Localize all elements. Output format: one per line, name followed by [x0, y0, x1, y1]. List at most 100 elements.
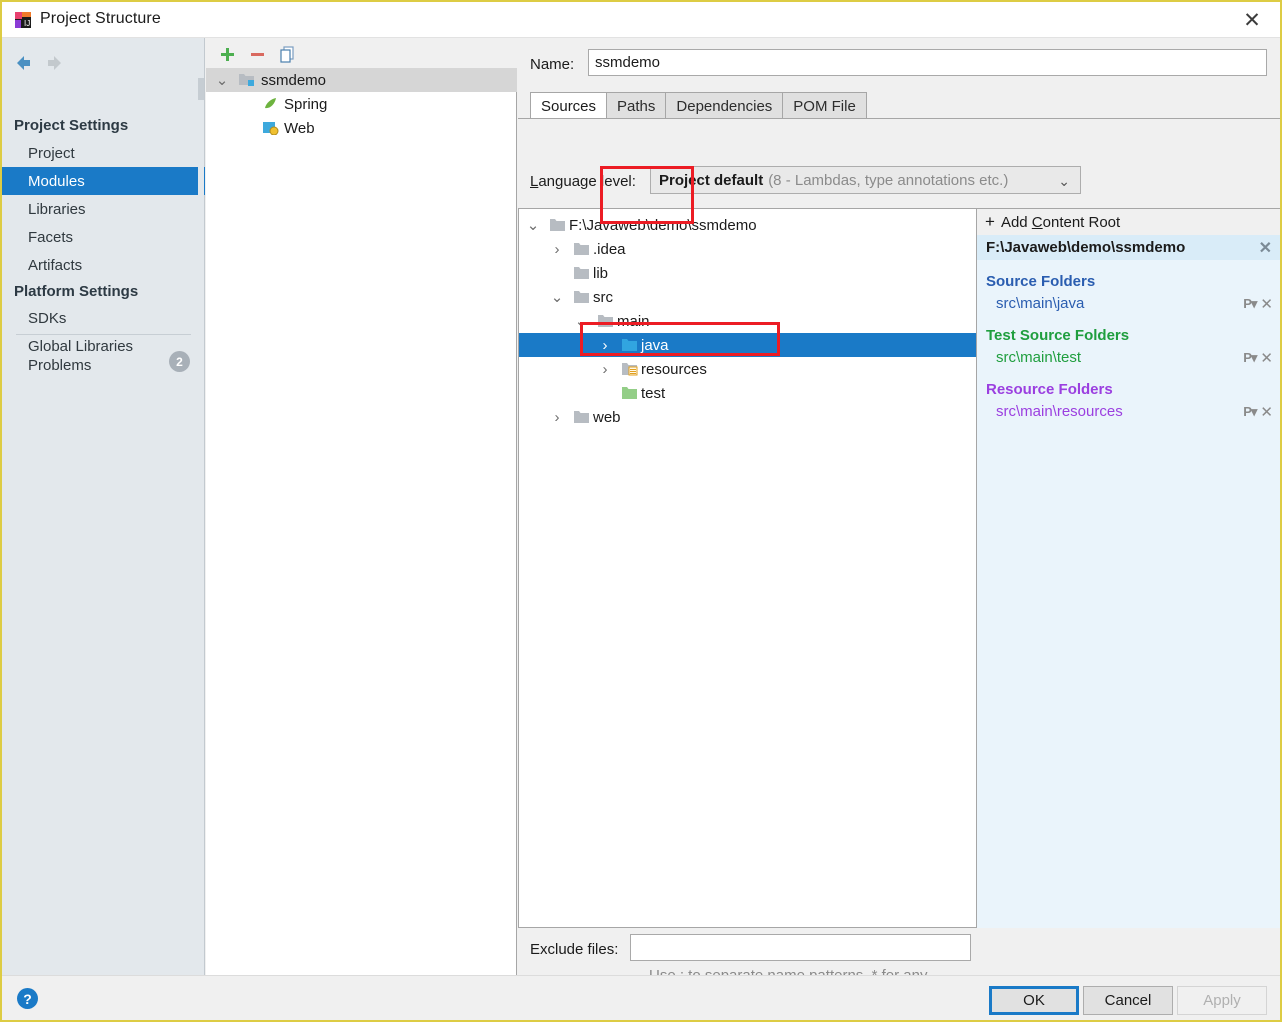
tab-pom-file[interactable]: POM File — [782, 92, 867, 119]
close-icon[interactable]: ✕ — [1232, 6, 1272, 34]
tree-row-idea[interactable]: › .idea — [519, 237, 976, 261]
back-arrow-icon[interactable] — [10, 50, 36, 76]
sidebar-item-facets[interactable]: Facets — [2, 223, 205, 251]
chevron-down-icon[interactable]: ⌄ — [550, 289, 564, 306]
settings-sidebar: Project Settings Platform Settings Proje… — [2, 38, 205, 975]
package-prefix-icon[interactable]: P▾ — [1243, 404, 1257, 420]
tree-row-web[interactable]: › web — [519, 405, 976, 429]
tree-row-test[interactable]: test — [519, 381, 976, 405]
module-tree-label: Web — [284, 119, 315, 137]
tree-row-label: test — [641, 384, 666, 402]
chevron-down-icon[interactable]: ⌄ — [574, 313, 588, 330]
chevron-down-icon[interactable]: ⌄ — [526, 217, 540, 234]
module-tabs: Sources Paths Dependencies POM File — [530, 90, 1268, 119]
folder-icon — [573, 290, 590, 308]
add-module-button[interactable] — [214, 42, 240, 66]
tree-row-label: lib — [593, 264, 609, 282]
content-roots-panel: + Add Content Root F:\Javaweb\demo\ssmde… — [977, 208, 1280, 928]
navigation-arrows — [10, 50, 90, 76]
remove-content-root-icon[interactable]: ✕ — [1259, 238, 1272, 258]
help-button[interactable]: ? — [17, 988, 38, 1009]
resource-folder-path[interactable]: src\main\resources — [996, 403, 1123, 420]
tree-row-label: resources — [641, 360, 707, 378]
module-tree-row-ssmdemo[interactable]: ⌄ ssmdemo — [206, 68, 517, 92]
tree-row-label: java — [641, 336, 669, 354]
tab-paths[interactable]: Paths — [606, 92, 667, 119]
add-content-root-button[interactable]: + Add Content Root — [977, 209, 1280, 235]
source-folders-title: Source Folders — [986, 273, 1096, 290]
sidebar-scrollbar[interactable] — [198, 38, 204, 975]
sidebar-item-libraries[interactable]: Libraries — [2, 195, 205, 223]
tree-row-java[interactable]: › java — [519, 333, 976, 357]
sidebar-group-platform-settings: Platform Settings — [14, 283, 139, 300]
web-facet-icon — [262, 120, 279, 139]
content-root-header[interactable]: F:\Javaweb\demo\ssmdemo ✕ — [977, 235, 1280, 260]
sidebar-group-project-settings: Project Settings — [14, 117, 129, 134]
page-title: Project Structure — [40, 10, 161, 27]
resources-folder-icon — [621, 362, 638, 380]
forward-arrow-icon[interactable] — [42, 50, 68, 76]
tree-row-label: main — [617, 312, 650, 330]
folder-icon — [573, 266, 590, 284]
exclude-files-input[interactable] — [630, 934, 971, 961]
chevron-right-icon[interactable]: › — [598, 337, 612, 354]
cancel-button[interactable]: Cancel — [1083, 986, 1173, 1015]
source-folder-tree: ⌄ F:\Javaweb\demo\ssmdemo › .idea lib ⌄ … — [518, 208, 977, 928]
ok-button[interactable]: OK — [989, 986, 1079, 1015]
package-prefix-icon[interactable]: P▾ — [1243, 350, 1257, 366]
tree-row-label: F:\Javaweb\demo\ssmdemo — [569, 216, 757, 234]
tree-row-label: .idea — [593, 240, 626, 258]
package-prefix-icon[interactable]: P▾ — [1243, 296, 1257, 312]
spring-leaf-icon — [262, 96, 279, 115]
sidebar-scrollbar-thumb[interactable] — [198, 78, 204, 100]
name-label: Name: — [530, 56, 575, 73]
name-input[interactable] — [588, 49, 1267, 76]
problems-count-badge: 2 — [169, 351, 190, 372]
content-root-path: F:\Javaweb\demo\ssmdemo — [986, 239, 1186, 256]
copy-module-button[interactable] — [274, 42, 300, 66]
modules-panel: ⌄ ssmdemo Spring Web — [206, 38, 517, 975]
exclude-files-label: Exclude files: — [530, 941, 619, 958]
source-folder-path[interactable]: src\main\java — [996, 295, 1084, 312]
language-level-value: Project default — [659, 171, 764, 189]
tree-row-src[interactable]: ⌄ src — [519, 285, 976, 309]
tree-row-main[interactable]: ⌄ main — [519, 309, 976, 333]
apply-button[interactable]: Apply — [1177, 986, 1267, 1015]
tree-row-label: src — [593, 288, 613, 306]
module-tree-row-web[interactable]: Web — [206, 116, 517, 140]
sidebar-item-sdks[interactable]: SDKs — [2, 304, 205, 332]
tab-underline — [518, 118, 1280, 119]
svg-text:IJ: IJ — [24, 19, 30, 28]
tab-sources[interactable]: Sources — [530, 92, 608, 119]
language-level-select[interactable]: Project default (8 - Lambdas, type annot… — [650, 166, 1081, 194]
source-folder-actions: P▾ ✕ — [1243, 295, 1273, 313]
chevron-down-icon[interactable]: ⌄ — [1058, 173, 1070, 190]
remove-resource-folder-icon[interactable]: ✕ — [1260, 403, 1273, 421]
chevron-right-icon[interactable]: › — [550, 241, 564, 258]
title-bar: IJ Project Structure ✕ — [2, 2, 1280, 38]
test-source-folder-path[interactable]: src\main\test — [996, 349, 1081, 366]
resource-folder-actions: P▾ ✕ — [1243, 403, 1273, 421]
sidebar-item-modules[interactable]: Modules — [2, 167, 205, 195]
chevron-right-icon[interactable]: › — [598, 361, 612, 378]
chevron-down-icon[interactable]: ⌄ — [214, 72, 230, 89]
intellij-idea-icon: IJ — [14, 11, 32, 29]
chevron-right-icon[interactable]: › — [550, 409, 564, 426]
sources-folder-icon — [621, 338, 638, 356]
remove-test-source-folder-icon[interactable]: ✕ — [1260, 349, 1273, 367]
module-tree-row-spring[interactable]: Spring — [206, 92, 517, 116]
modules-toolbar — [206, 38, 517, 68]
tree-row-resources[interactable]: › resources — [519, 357, 976, 381]
module-detail-panel: Name: Sources Paths Dependencies POM Fil… — [518, 38, 1280, 1006]
sidebar-item-project[interactable]: Project — [2, 139, 205, 167]
tree-row-label: web — [593, 408, 621, 426]
tree-row-lib[interactable]: lib — [519, 261, 976, 285]
language-level-label: Language level: — [530, 173, 636, 190]
tree-row-content-root[interactable]: ⌄ F:\Javaweb\demo\ssmdemo — [519, 213, 976, 237]
sidebar-item-artifacts[interactable]: Artifacts — [2, 251, 205, 279]
add-content-root-label: Add Content Root — [1000, 213, 1121, 231]
remove-source-folder-icon[interactable]: ✕ — [1260, 295, 1273, 313]
tab-dependencies[interactable]: Dependencies — [665, 92, 784, 119]
dialog-footer: ? http://blog.csdn.net/chen?anwa OK Canc… — [2, 975, 1280, 1020]
remove-module-button[interactable] — [244, 42, 270, 66]
